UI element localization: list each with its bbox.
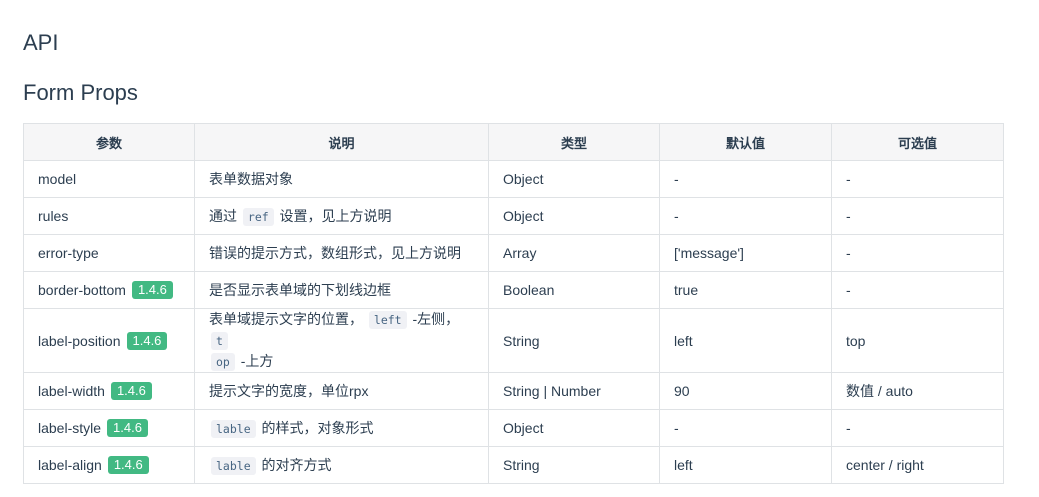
version-badge: 1.4.6 bbox=[107, 419, 148, 437]
cell-param: label-width 1.4.6 bbox=[23, 372, 195, 410]
table-body: model 表单数据对象 Object - - rules 通过 ref 设置，见上方说明 O… bbox=[23, 160, 1004, 484]
cell-param: label-position 1.4.6 bbox=[23, 308, 195, 373]
table-row: error-type 错误的提示方式，数组形式，见上方说明 Array ['messa… bbox=[23, 234, 1004, 272]
description-fragment: -左侧， bbox=[408, 311, 460, 327]
param-name: label-align bbox=[38, 457, 102, 473]
cell-default: left bbox=[659, 446, 832, 484]
table-row: label-align 1.4.6 lable 的对齐方式 String left cen… bbox=[23, 446, 1004, 484]
description-fragment: 的样式，对象形式 bbox=[257, 419, 374, 436]
cell-description: lable 的样式，对象形式 bbox=[194, 409, 489, 447]
param-name: label-position bbox=[38, 332, 121, 349]
description-fragment: 表单域提示文字的位置， bbox=[209, 311, 367, 327]
cell-description: 表单数据对象 bbox=[194, 160, 489, 198]
header-description: 说明 bbox=[194, 123, 489, 161]
cell-type: Object bbox=[488, 197, 660, 235]
description-text: 通过 ref 设置，见上方说明 bbox=[209, 206, 474, 227]
description-text: 表单域提示文字的位置， left -左侧， t op -上方 bbox=[209, 309, 474, 372]
cell-options: 数值 / auto bbox=[831, 372, 1004, 410]
header-default: 默认值 bbox=[659, 123, 832, 161]
table-row: rules 通过 ref 设置，见上方说明 Object - - bbox=[23, 197, 1004, 235]
cell-description: 表单域提示文字的位置， left -左侧， t op -上方 bbox=[194, 308, 489, 373]
api-heading: API bbox=[23, 30, 59, 55]
description-text: 错误的提示方式，数组形式，见上方说明 bbox=[209, 243, 474, 263]
description-fragment: 错误的提示方式，数组形式，见上方说明 bbox=[209, 245, 461, 261]
param-name: label-width bbox=[38, 383, 105, 399]
cell-param: label-align 1.4.6 bbox=[23, 446, 195, 484]
table-row: model 表单数据对象 Object - - bbox=[23, 160, 1004, 198]
cell-type: String bbox=[488, 446, 660, 484]
version-badge: 1.4.6 bbox=[131, 281, 173, 299]
cell-default: ['message'] bbox=[659, 234, 832, 272]
cell-type: Boolean bbox=[488, 271, 660, 309]
cell-default: - bbox=[659, 197, 832, 235]
description-fragment: 通过 bbox=[209, 207, 241, 224]
description-text: lable 的样式，对象形式 bbox=[209, 418, 474, 439]
inline-code: t bbox=[211, 332, 228, 350]
param-name: label-style bbox=[38, 420, 102, 436]
table-row: label-width 1.4.6 提示文字的宽度，单位rpx String | Nu… bbox=[23, 372, 1004, 410]
version-badge: 1.4.6 bbox=[126, 331, 168, 350]
cell-param: border-bottom 1.4.6 bbox=[23, 271, 195, 309]
inline-code: lable bbox=[211, 419, 256, 438]
cell-options: - bbox=[831, 197, 1004, 235]
table-row: border-bottom 1.4.6 是否显示表单域的下划线边框 Boolean tr… bbox=[23, 271, 1004, 309]
description-fragment: 提示文字的宽度，单位rpx bbox=[209, 383, 369, 399]
cell-description: lable 的对齐方式 bbox=[194, 446, 489, 484]
description-text: lable 的对齐方式 bbox=[209, 455, 474, 476]
header-type: 类型 bbox=[488, 123, 660, 161]
cell-param: label-style 1.4.6 bbox=[23, 409, 195, 447]
cell-type: Object bbox=[488, 160, 660, 198]
description-fragment: 是否显示表单域的下划线边框 bbox=[209, 282, 391, 298]
param-name: border-bottom bbox=[38, 282, 126, 298]
cell-default: left bbox=[659, 308, 832, 373]
description-fragment: 表单数据对象 bbox=[209, 171, 293, 187]
version-badge: 1.4.6 bbox=[110, 382, 152, 400]
description-text: 提示文字的宽度，单位rpx bbox=[209, 381, 474, 401]
table-header-row: 参数 说明 类型 默认值 可选值 bbox=[23, 123, 1004, 161]
inline-code: left bbox=[368, 311, 407, 329]
param-name: rules bbox=[38, 208, 69, 224]
cell-description: 是否显示表单域的下划线边框 bbox=[194, 271, 489, 309]
cell-options: - bbox=[831, 271, 1004, 309]
description-text: 表单数据对象 bbox=[209, 169, 474, 189]
form-props-table: 参数 说明 类型 默认值 可选值 model 表单数据对象 Object - - rule… bbox=[23, 123, 1004, 484]
header-param: 参数 bbox=[23, 123, 195, 161]
cell-param: rules bbox=[23, 197, 195, 235]
cell-description: 提示文字的宽度，单位rpx bbox=[194, 372, 489, 410]
inline-code: lable bbox=[211, 456, 256, 475]
header-options: 可选值 bbox=[831, 123, 1004, 161]
description-text: 是否显示表单域的下划线边框 bbox=[209, 280, 474, 300]
table-row: label-style 1.4.6 lable 的样式，对象形式 Object - - bbox=[23, 409, 1004, 447]
cell-default: - bbox=[659, 409, 832, 447]
cell-description: 错误的提示方式，数组形式，见上方说明 bbox=[194, 234, 489, 272]
cell-type: String | Number bbox=[488, 372, 660, 410]
cell-options: - bbox=[831, 409, 1004, 447]
description-fragment: 设置，见上方说明 bbox=[275, 207, 392, 224]
form-props-heading: Form Props bbox=[23, 80, 138, 105]
cell-options: top bbox=[831, 308, 1004, 373]
cell-options: - bbox=[831, 160, 1004, 198]
cell-type: String bbox=[488, 308, 660, 373]
inline-code: ref bbox=[242, 207, 274, 226]
cell-param: model bbox=[23, 160, 195, 198]
cell-options: - bbox=[831, 234, 1004, 272]
description-fragment: -上方 bbox=[236, 353, 274, 369]
param-name: model bbox=[38, 171, 77, 187]
cell-options: center / right bbox=[831, 446, 1004, 484]
cell-type: Array bbox=[488, 234, 660, 272]
cell-default: - bbox=[659, 160, 832, 198]
cell-default: 90 bbox=[659, 372, 832, 410]
description-fragment: 的对齐方式 bbox=[257, 456, 332, 473]
cell-type: Object bbox=[488, 409, 660, 447]
table-row: label-position 1.4.6 表单域提示文字的位置， left -左侧，… bbox=[23, 308, 1004, 373]
cell-default: true bbox=[659, 271, 832, 309]
inline-code: op bbox=[211, 353, 235, 371]
cell-param: error-type bbox=[23, 234, 195, 272]
cell-description: 通过 ref 设置，见上方说明 bbox=[194, 197, 489, 235]
param-name: error-type bbox=[38, 245, 99, 261]
version-badge: 1.4.6 bbox=[107, 456, 149, 474]
